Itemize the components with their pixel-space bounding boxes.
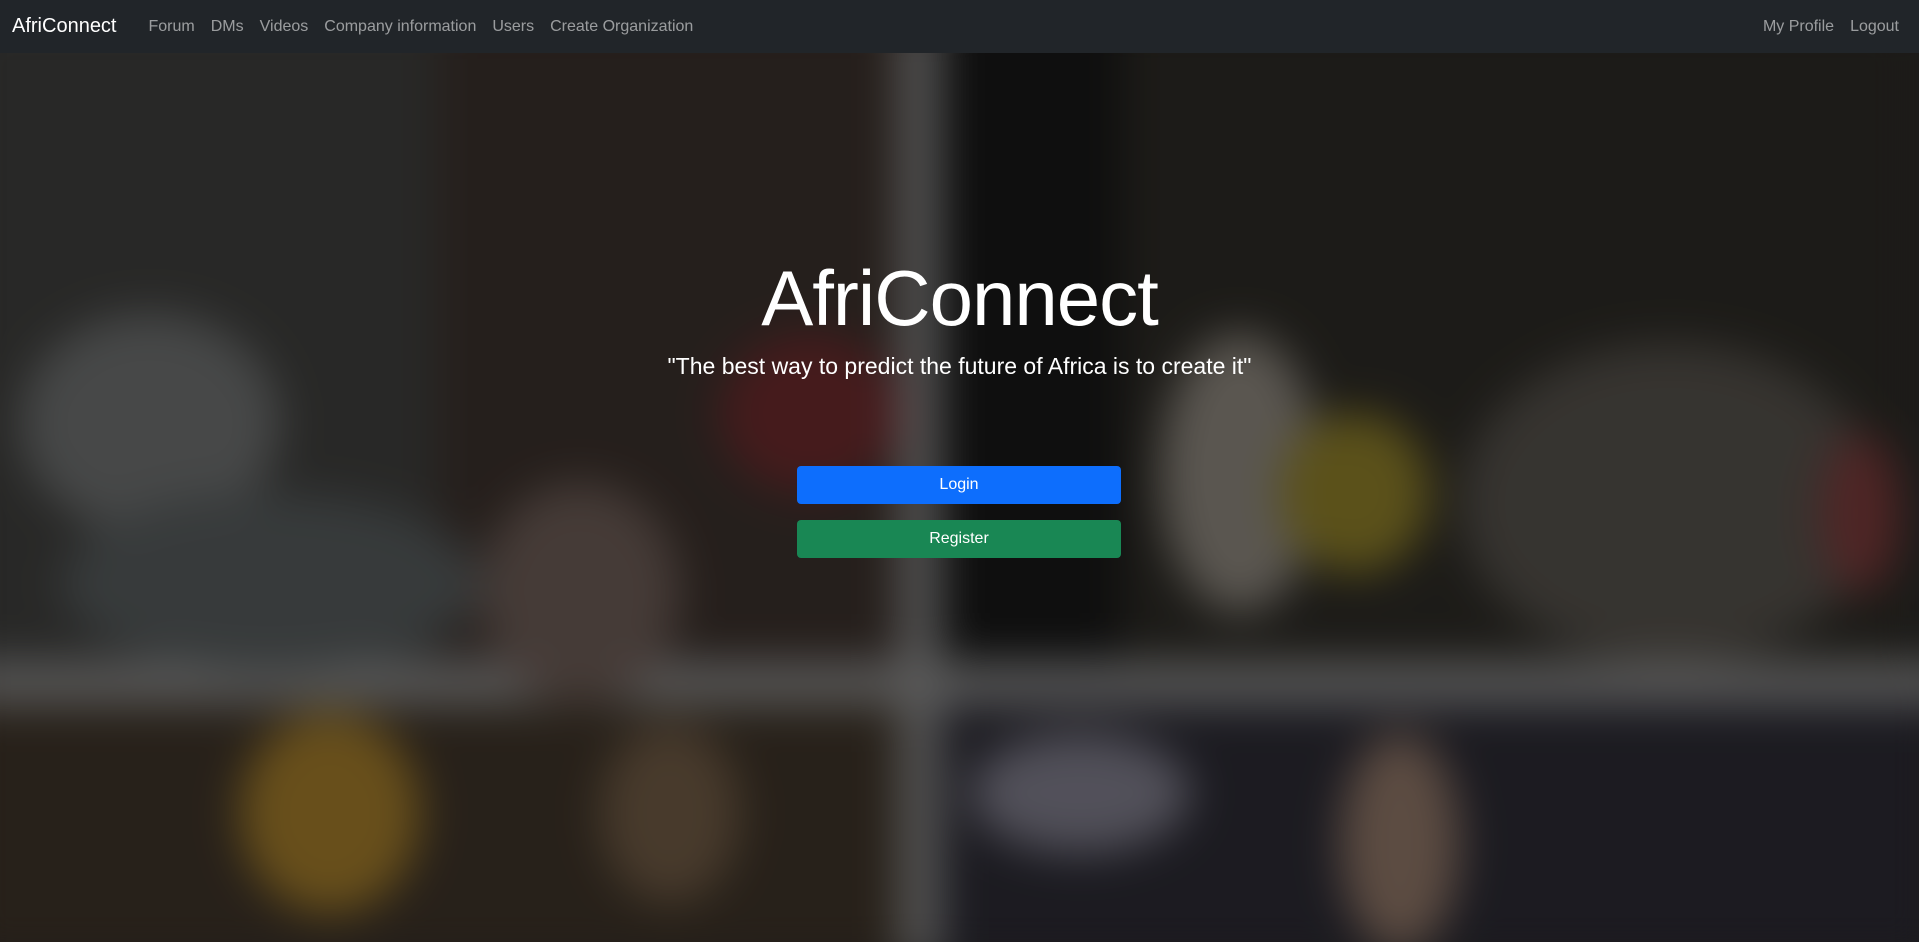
nav-link-forum[interactable]: Forum [141, 18, 203, 36]
nav-left-links: Forum DMs Videos Company information Use… [141, 18, 702, 36]
nav-link-dms[interactable]: DMs [203, 18, 252, 36]
top-navbar: AfriConnect Forum DMs Videos Company inf… [0, 0, 1919, 53]
nav-link-company-information[interactable]: Company information [316, 18, 484, 36]
brand-logo-link[interactable]: AfriConnect [12, 15, 117, 38]
nav-link-users[interactable]: Users [484, 18, 542, 36]
nav-link-logout[interactable]: Logout [1842, 18, 1907, 36]
nav-link-my-profile[interactable]: My Profile [1755, 18, 1842, 36]
nav-link-create-organization[interactable]: Create Organization [542, 18, 701, 36]
hero-section: AfriConnect "The best way to predict the… [0, 53, 1919, 942]
nav-link-videos[interactable]: Videos [252, 18, 317, 36]
nav-right-links: My Profile Logout [1755, 18, 1907, 36]
login-button[interactable]: Login [797, 466, 1121, 504]
hero-quote: "The best way to predict the future of A… [667, 353, 1252, 379]
hero-title: AfriConnect [761, 254, 1159, 342]
register-button[interactable]: Register [797, 520, 1121, 558]
